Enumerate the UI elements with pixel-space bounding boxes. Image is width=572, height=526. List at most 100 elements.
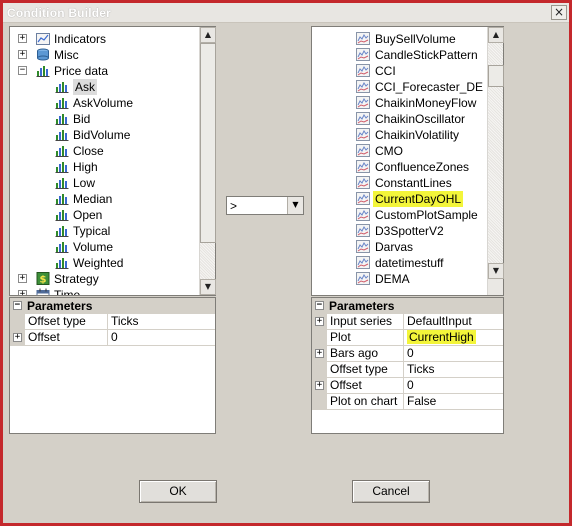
tree-item[interactable]: Low: [10, 175, 199, 191]
tree-item[interactable]: + Misc: [10, 47, 199, 63]
parameter-row[interactable]: + Offset 0: [312, 378, 503, 394]
indicator-item[interactable]: CMO: [312, 143, 487, 159]
tree-item[interactable]: − Price data: [10, 63, 199, 79]
parameter-value-cell[interactable]: Ticks: [407, 362, 435, 378]
operator-combo[interactable]: > ▼: [226, 196, 304, 215]
indicator-item[interactable]: ChaikinVolatility: [312, 127, 487, 143]
scroll-up-button[interactable]: ▲: [200, 27, 216, 43]
parameter-row[interactable]: Offset type Ticks: [10, 314, 215, 330]
parameter-value-cell[interactable]: False: [407, 394, 436, 410]
parameter-row[interactable]: Plot CurrentHigh: [312, 330, 503, 346]
parameter-value-cell[interactable]: Ticks: [111, 314, 139, 330]
expand-icon[interactable]: +: [315, 317, 324, 326]
tree-item[interactable]: Open: [10, 207, 199, 223]
collapse-icon[interactable]: −: [315, 301, 324, 310]
parameter-value-cell[interactable]: 0: [407, 346, 414, 362]
expand-icon[interactable]: +: [315, 381, 324, 390]
indicator-item[interactable]: ChaikinOscillator: [312, 111, 487, 127]
parameter-name: Offset type: [26, 314, 108, 330]
right-tree-scrollbar[interactable]: ▲ ▼: [487, 27, 504, 295]
scroll-track[interactable]: [200, 243, 215, 279]
indicator-item[interactable]: CurrentDayOHL: [312, 191, 487, 207]
parameter-row[interactable]: Plot on chart False: [312, 394, 503, 410]
price-data-chart-icon: [36, 64, 50, 77]
close-button[interactable]: ×: [551, 5, 567, 20]
bar-chart-icon: [55, 112, 69, 125]
tree-item[interactable]: Typical: [10, 223, 199, 239]
expand-icon[interactable]: +: [13, 333, 22, 342]
indicator-item[interactable]: ChaikinMoneyFlow: [312, 95, 487, 111]
parameter-value-cell[interactable]: CurrentHigh: [407, 330, 476, 346]
expand-icon[interactable]: +: [18, 34, 27, 43]
right-tree-panel[interactable]: BuySellVolume CandleStickPattern CCI CCI_Fo…: [311, 26, 504, 296]
tree-item[interactable]: AskVolume: [10, 95, 199, 111]
collapse-icon[interactable]: −: [13, 301, 22, 310]
tree-item[interactable]: Ask: [10, 79, 199, 95]
indicator-item[interactable]: DEMA: [312, 271, 487, 287]
scroll-thumb[interactable]: [488, 65, 504, 87]
parameter-row[interactable]: + Bars ago 0: [312, 346, 503, 362]
row-gutter: [312, 362, 327, 378]
indicator-item-label: DEMA: [375, 272, 410, 286]
indicator-item[interactable]: Darvas: [312, 239, 487, 255]
collapse-icon[interactable]: −: [18, 66, 27, 75]
parameter-value: 0: [407, 346, 414, 360]
scroll-track-lower[interactable]: [488, 87, 503, 263]
indicator-item[interactable]: ConfluenceZones: [312, 159, 487, 175]
tree-item[interactable]: BidVolume: [10, 127, 199, 143]
parameter-value-cell[interactable]: 0: [111, 330, 118, 346]
expand-icon[interactable]: +: [18, 290, 27, 295]
scroll-thumb[interactable]: [200, 43, 216, 243]
tree-item[interactable]: + $ Strategy: [10, 271, 199, 287]
parameter-row[interactable]: + Input series DefaultInput: [312, 314, 503, 330]
parameter-row[interactable]: + Offset 0: [10, 330, 215, 346]
tree-item[interactable]: Close: [10, 143, 199, 159]
scroll-track-upper[interactable]: [488, 43, 503, 65]
indicator-item[interactable]: CCI_Forecaster_DE: [312, 79, 487, 95]
parameter-name: Offset type: [328, 362, 404, 378]
bar-chart-icon: [55, 80, 69, 93]
indicator-item[interactable]: BuySellVolume: [312, 31, 487, 47]
scroll-down-icon: ▼: [492, 266, 500, 275]
parameter-value-cell[interactable]: DefaultInput: [407, 314, 472, 330]
indicator-wave-icon: [356, 128, 370, 141]
expand-icon[interactable]: +: [18, 274, 27, 283]
ok-button[interactable]: OK: [139, 480, 217, 503]
parameter-row[interactable]: Offset type Ticks: [312, 362, 503, 378]
parameter-value-cell[interactable]: 0: [407, 378, 414, 394]
operator-dropdown-button[interactable]: ▼: [287, 197, 303, 214]
tree-item[interactable]: Weighted: [10, 255, 199, 271]
indicator-item-label: CCI: [375, 64, 396, 78]
indicator-item[interactable]: CCI: [312, 63, 487, 79]
scroll-up-button[interactable]: ▲: [488, 27, 504, 43]
indicator-item[interactable]: CustomPlotSample: [312, 207, 487, 223]
parameter-value: False: [407, 394, 437, 408]
indicator-item[interactable]: D3SpotterV2: [312, 223, 487, 239]
scroll-down-button[interactable]: ▼: [200, 279, 216, 295]
tree-item-label: BidVolume: [73, 128, 131, 142]
indicator-item-label: ConstantLines: [375, 176, 452, 190]
indicator-wave-icon: [356, 96, 370, 109]
left-tree-scrollbar[interactable]: ▲ ▼: [199, 27, 216, 295]
indicator-item-label: CCI_Forecaster_DE: [375, 80, 484, 94]
indicator-item[interactable]: CandleStickPattern: [312, 47, 487, 63]
tree-item[interactable]: High: [10, 159, 199, 175]
parameter-value: DefaultInput: [407, 314, 472, 328]
indicator-wave-icon: [356, 256, 370, 269]
left-tree-panel[interactable]: + Indicators + Misc − Price data Ask AskVolume B…: [9, 26, 216, 296]
tree-item[interactable]: Bid: [10, 111, 199, 127]
indicator-item[interactable]: ConstantLines: [312, 175, 487, 191]
title-bar: Condition Builder ×: [3, 3, 569, 23]
tree-item[interactable]: Median: [10, 191, 199, 207]
parameter-name: Offset: [26, 330, 108, 346]
tree-item[interactable]: + Time: [10, 287, 199, 295]
scroll-down-button[interactable]: ▼: [488, 263, 504, 279]
tree-item-label: Strategy: [54, 272, 99, 286]
cancel-button[interactable]: Cancel: [352, 480, 430, 503]
tree-item[interactable]: Volume: [10, 239, 199, 255]
indicator-item[interactable]: datetimestuff: [312, 255, 487, 271]
indicator-wave-icon: [356, 208, 370, 221]
expand-icon[interactable]: +: [315, 349, 324, 358]
tree-item[interactable]: + Indicators: [10, 31, 199, 47]
expand-icon[interactable]: +: [18, 50, 27, 59]
